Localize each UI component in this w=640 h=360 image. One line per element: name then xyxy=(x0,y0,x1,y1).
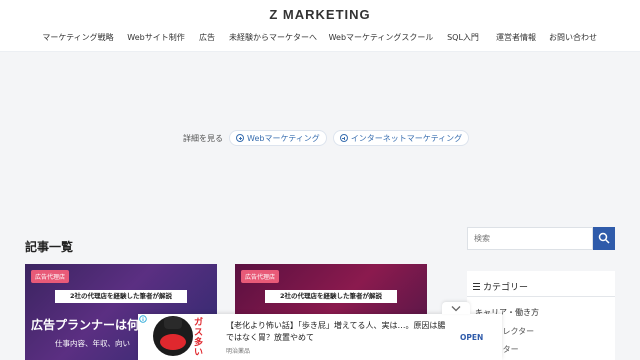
card-banner: 2社の代理店を経験した筆者が解説 xyxy=(55,290,187,303)
ad-info-icon[interactable] xyxy=(139,315,147,323)
nav-item-marketing-strategy[interactable]: マーケティング戦略 xyxy=(42,32,113,43)
detail-tags-row: 詳細を見る Webマーケティング インターネットマーケティング xyxy=(183,129,475,147)
tag-label: インターネットマーケティング xyxy=(350,133,463,143)
list-icon xyxy=(473,283,480,290)
tag-internet-marketing[interactable]: インターネットマーケティング xyxy=(332,130,470,146)
site-logo[interactable]: Z MARKETING xyxy=(0,7,640,22)
anchor-ad[interactable]: ガス多い 【老化より怖い話】「歩き屁」増えてる人、実は…。原因は腸ではなく胃？放… xyxy=(138,302,502,360)
ad-source: 明治薬品 xyxy=(226,348,251,355)
category-badge: 広告代理店 xyxy=(31,270,70,283)
chevron-down-icon xyxy=(451,306,461,312)
nav-item-sql[interactable]: SQL入門 xyxy=(447,32,479,43)
site-header: Z MARKETING マーケティング戦略 Webサイト制作 広告 未経験からマ… xyxy=(0,0,640,52)
nav-item-web-school[interactable]: Webマーケティングスクール xyxy=(329,32,434,43)
global-nav: マーケティング戦略 Webサイト制作 広告 未経験からマーケターへ Webマーケ… xyxy=(0,32,640,46)
divider xyxy=(467,296,615,297)
nav-item-web-site[interactable]: Webサイト制作 xyxy=(127,32,184,43)
category-widget-title: カテゴリー xyxy=(473,280,528,293)
tag-label: Webマーケティング xyxy=(247,133,320,143)
search-button[interactable] xyxy=(593,227,615,250)
ad-image-text: ガス多い xyxy=(194,318,204,358)
ad-illustration xyxy=(153,316,193,356)
ad-open-button[interactable]: OPEN xyxy=(460,333,483,342)
tag-web-marketing[interactable]: Webマーケティング xyxy=(229,130,327,146)
plus-circle-icon xyxy=(236,134,244,142)
search-icon xyxy=(598,232,610,244)
search-form xyxy=(467,227,615,250)
nav-item-career-change[interactable]: 未経験からマーケターへ xyxy=(229,32,317,43)
ad-image: ガス多い xyxy=(138,314,216,360)
plus-circle-icon xyxy=(339,134,348,142)
category-badge: 広告代理店 xyxy=(241,270,280,283)
article-list-heading: 記事一覧 xyxy=(25,240,74,254)
sidebar: カテゴリー キャリア・働き方 ディレクター ライター xyxy=(467,227,615,360)
nav-item-about[interactable]: 運営者情報 xyxy=(496,32,536,43)
card-subtitle: 仕事内容、年収、向い xyxy=(55,339,130,348)
nav-item-contact[interactable]: お問い合わせ xyxy=(549,32,597,43)
detail-label: 詳細を見る xyxy=(183,133,223,143)
nav-item-ads[interactable]: 広告 xyxy=(199,32,215,43)
search-input[interactable] xyxy=(467,227,593,250)
category-title-label: カテゴリー xyxy=(483,283,529,293)
ad-collapse-tab[interactable] xyxy=(442,302,470,314)
ad-headline[interactable]: 【老化より怖い話】「歩き屁」増えてる人、実は…。原因は腸ではなく胃？放置やめて xyxy=(226,320,446,344)
card-banner: 2社の代理店を経験した筆者が解説 xyxy=(265,290,397,303)
card-headline: 広告プランナーは何 xyxy=(31,318,140,332)
